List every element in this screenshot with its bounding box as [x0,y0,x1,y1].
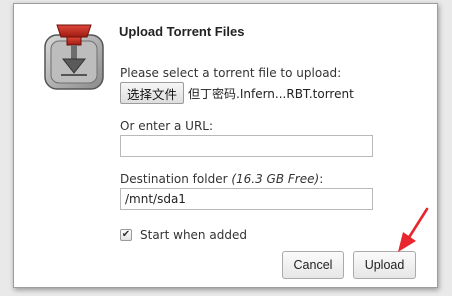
destination-label: Destination folder (16.3 GB Free): [120,172,323,186]
url-label: Or enter a URL: [120,119,214,133]
dialog-title: Upload Torrent Files [119,24,245,39]
chosen-file-name: 但丁密码.Infern...RBT.torrent [188,86,354,101]
destination-folder-input[interactable]: /mnt/sda1 [120,188,373,210]
checkmark-icon: ✔ [121,229,131,240]
file-chooser: 选择文件 但丁密码.Infern...RBT.torrent [120,82,354,104]
upload-button[interactable]: Upload [353,251,416,279]
choose-file-button[interactable]: 选择文件 [120,82,185,104]
file-select-label: Please select a torrent file to upload: [120,66,342,80]
red-arrow-icon [398,207,429,252]
start-when-added-checkbox[interactable]: ✔ [120,229,132,241]
cancel-button[interactable]: Cancel [282,251,344,279]
url-input[interactable] [120,135,373,157]
destination-label-text: Destination folder [120,172,228,186]
upload-torrent-dialog: Upload Torrent Files Please select a tor… [13,3,438,288]
start-when-added-label: Start when added [140,228,247,242]
free-space-text: (16.3 GB Free) [231,172,320,186]
destination-label-colon: : [319,172,324,186]
transmission-logo-icon [44,24,104,90]
start-when-added-row: ✔ Start when added [120,228,247,242]
